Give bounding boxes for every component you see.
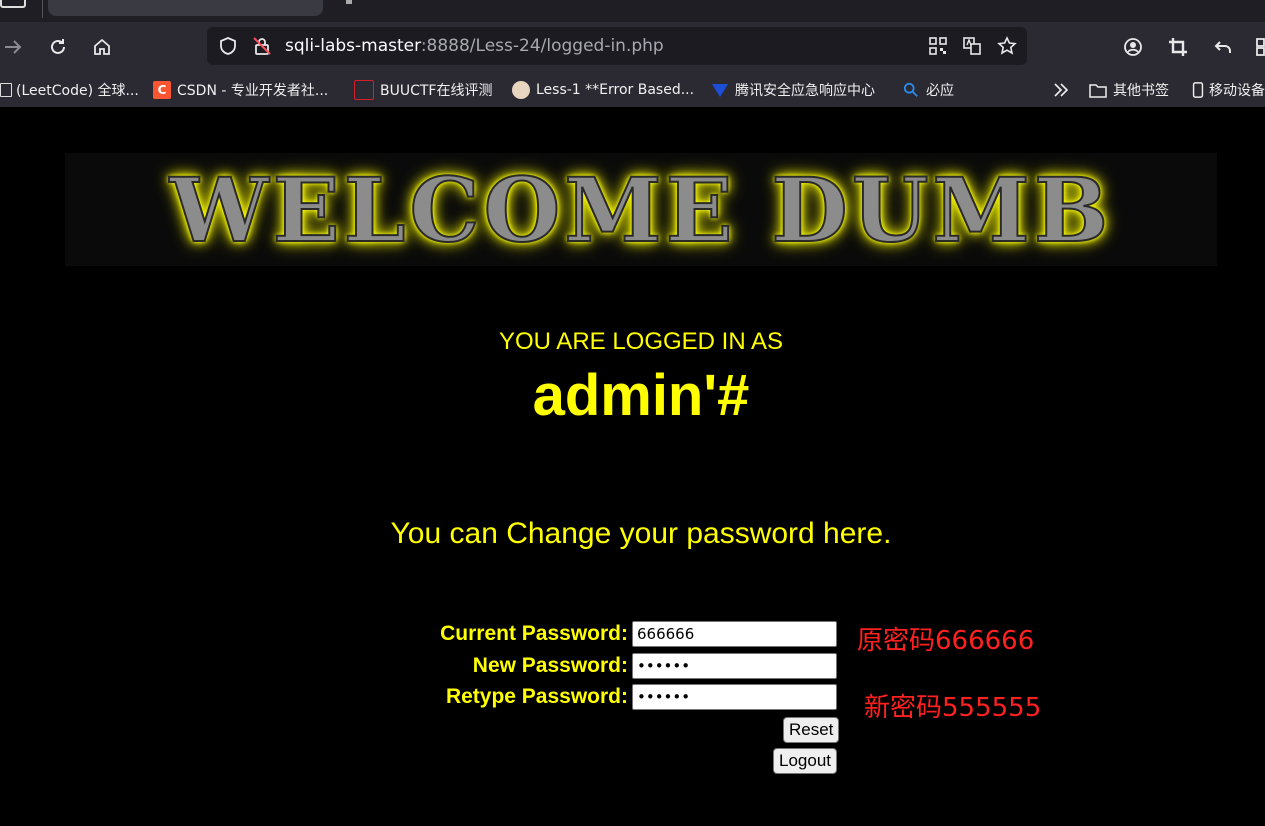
bookmark-star-icon[interactable] <box>996 35 1018 57</box>
tab-separator <box>42 0 43 18</box>
url-host: sqli-labs-master <box>285 36 421 56</box>
bookmark-label: 移动设备 <box>1209 83 1265 99</box>
folder-icon <box>1089 81 1107 99</box>
csdn-icon: C <box>153 81 171 99</box>
current-password-row: Current Password: <box>0 621 1265 649</box>
bookmark-tencent[interactable]: 腾讯安全应急响应中心 <box>711 80 875 100</box>
address-bar[interactable]: sqli-labs-master:8888/Less-24/logged-in.… <box>207 27 1027 65</box>
new-password-annotation: 新密码555555 <box>864 693 1042 723</box>
bookmark-label: 必应 <box>926 83 954 99</box>
logged-in-label: YOU ARE LOGGED IN AS <box>498 328 784 355</box>
bookmarks-overflow-chevron[interactable] <box>1052 80 1076 100</box>
bookmark-csdn[interactable]: C CSDN - 专业开发者社... <box>153 80 328 100</box>
old-password-annotation: 原密码666666 <box>857 626 1035 656</box>
tab-next[interactable] <box>346 0 352 4</box>
bing-search-icon <box>902 81 920 99</box>
insecure-lock-icon[interactable] <box>251 35 273 57</box>
retype-password-label: Retype Password: <box>445 685 628 708</box>
current-password-label: Current Password: <box>440 622 628 645</box>
retype-password-row: Retype Password: <box>0 684 1265 712</box>
bookmark-leetcode[interactable]: (LeetCode) 全球... <box>0 80 139 100</box>
retype-password-input[interactable] <box>632 684 837 710</box>
logout-button[interactable]: Logout <box>773 748 837 774</box>
bookmark-label: CSDN - 专业开发者社... <box>177 83 329 99</box>
reset-button[interactable]: Reset <box>783 717 840 743</box>
bookmark-buuctf[interactable]: BUUCTF在线评测 <box>354 80 492 100</box>
banner-text: WELCOME DUMB <box>169 157 1113 262</box>
welcome-banner: WELCOME DUMB <box>65 153 1217 266</box>
bookmark-less1[interactable]: Less-1 **Error Based... <box>512 80 694 100</box>
forward-icon[interactable] <box>0 34 26 60</box>
navigation-toolbar: sqli-labs-master:8888/Less-24/logged-in.… <box>0 22 1265 72</box>
buuctf-icon <box>354 80 374 100</box>
new-password-input[interactable] <box>632 653 837 679</box>
account-icon[interactable] <box>1120 34 1146 60</box>
bookmark-label: 其他书签 <box>1113 83 1169 99</box>
translate-icon[interactable] <box>961 35 983 57</box>
bookmarks-bar: (LeetCode) 全球... C CSDN - 专业开发者社... BUUC… <box>0 72 1265 107</box>
tab-active[interactable] <box>48 0 323 16</box>
avatar-icon <box>512 81 530 99</box>
new-password-label: New Password: <box>472 654 628 677</box>
tencent-icon <box>711 81 729 99</box>
change-password-heading: You can Change your password here. <box>390 517 892 550</box>
new-password-row: New Password: <box>0 653 1265 681</box>
bookmark-label: (LeetCode) 全球... <box>16 83 139 99</box>
logged-in-username: admin'# <box>532 363 750 428</box>
mobile-device-icon <box>1189 81 1207 99</box>
url-text[interactable]: sqli-labs-master:8888/Less-24/logged-in.… <box>285 36 664 56</box>
tab-overview-icon[interactable] <box>0 0 26 8</box>
leetcode-icon <box>0 83 12 97</box>
tab-strip <box>0 0 1265 22</box>
url-path: :8888/Less-24/logged-in.php <box>420 36 664 56</box>
double-chevron-icon <box>1052 81 1070 99</box>
extensions-icon[interactable] <box>1252 34 1265 60</box>
current-password-input[interactable] <box>632 621 837 647</box>
bookmark-folder-mobile[interactable]: 移动设备 <box>1189 80 1265 100</box>
bookmark-label: 腾讯安全应急响应中心 <box>735 83 875 99</box>
shield-icon[interactable] <box>217 35 239 57</box>
bookmark-folder-other[interactable]: 其他书签 <box>1089 80 1169 100</box>
bookmark-label: Less-1 **Error Based... <box>536 82 695 98</box>
qr-code-icon[interactable] <box>927 35 949 57</box>
reload-icon[interactable] <box>45 34 71 60</box>
bookmark-label: BUUCTF在线评测 <box>380 83 493 99</box>
undo-icon[interactable] <box>1210 34 1236 60</box>
home-icon[interactable] <box>89 34 115 60</box>
bookmark-bing[interactable]: 必应 <box>902 80 954 100</box>
crop-icon[interactable] <box>1165 34 1191 60</box>
